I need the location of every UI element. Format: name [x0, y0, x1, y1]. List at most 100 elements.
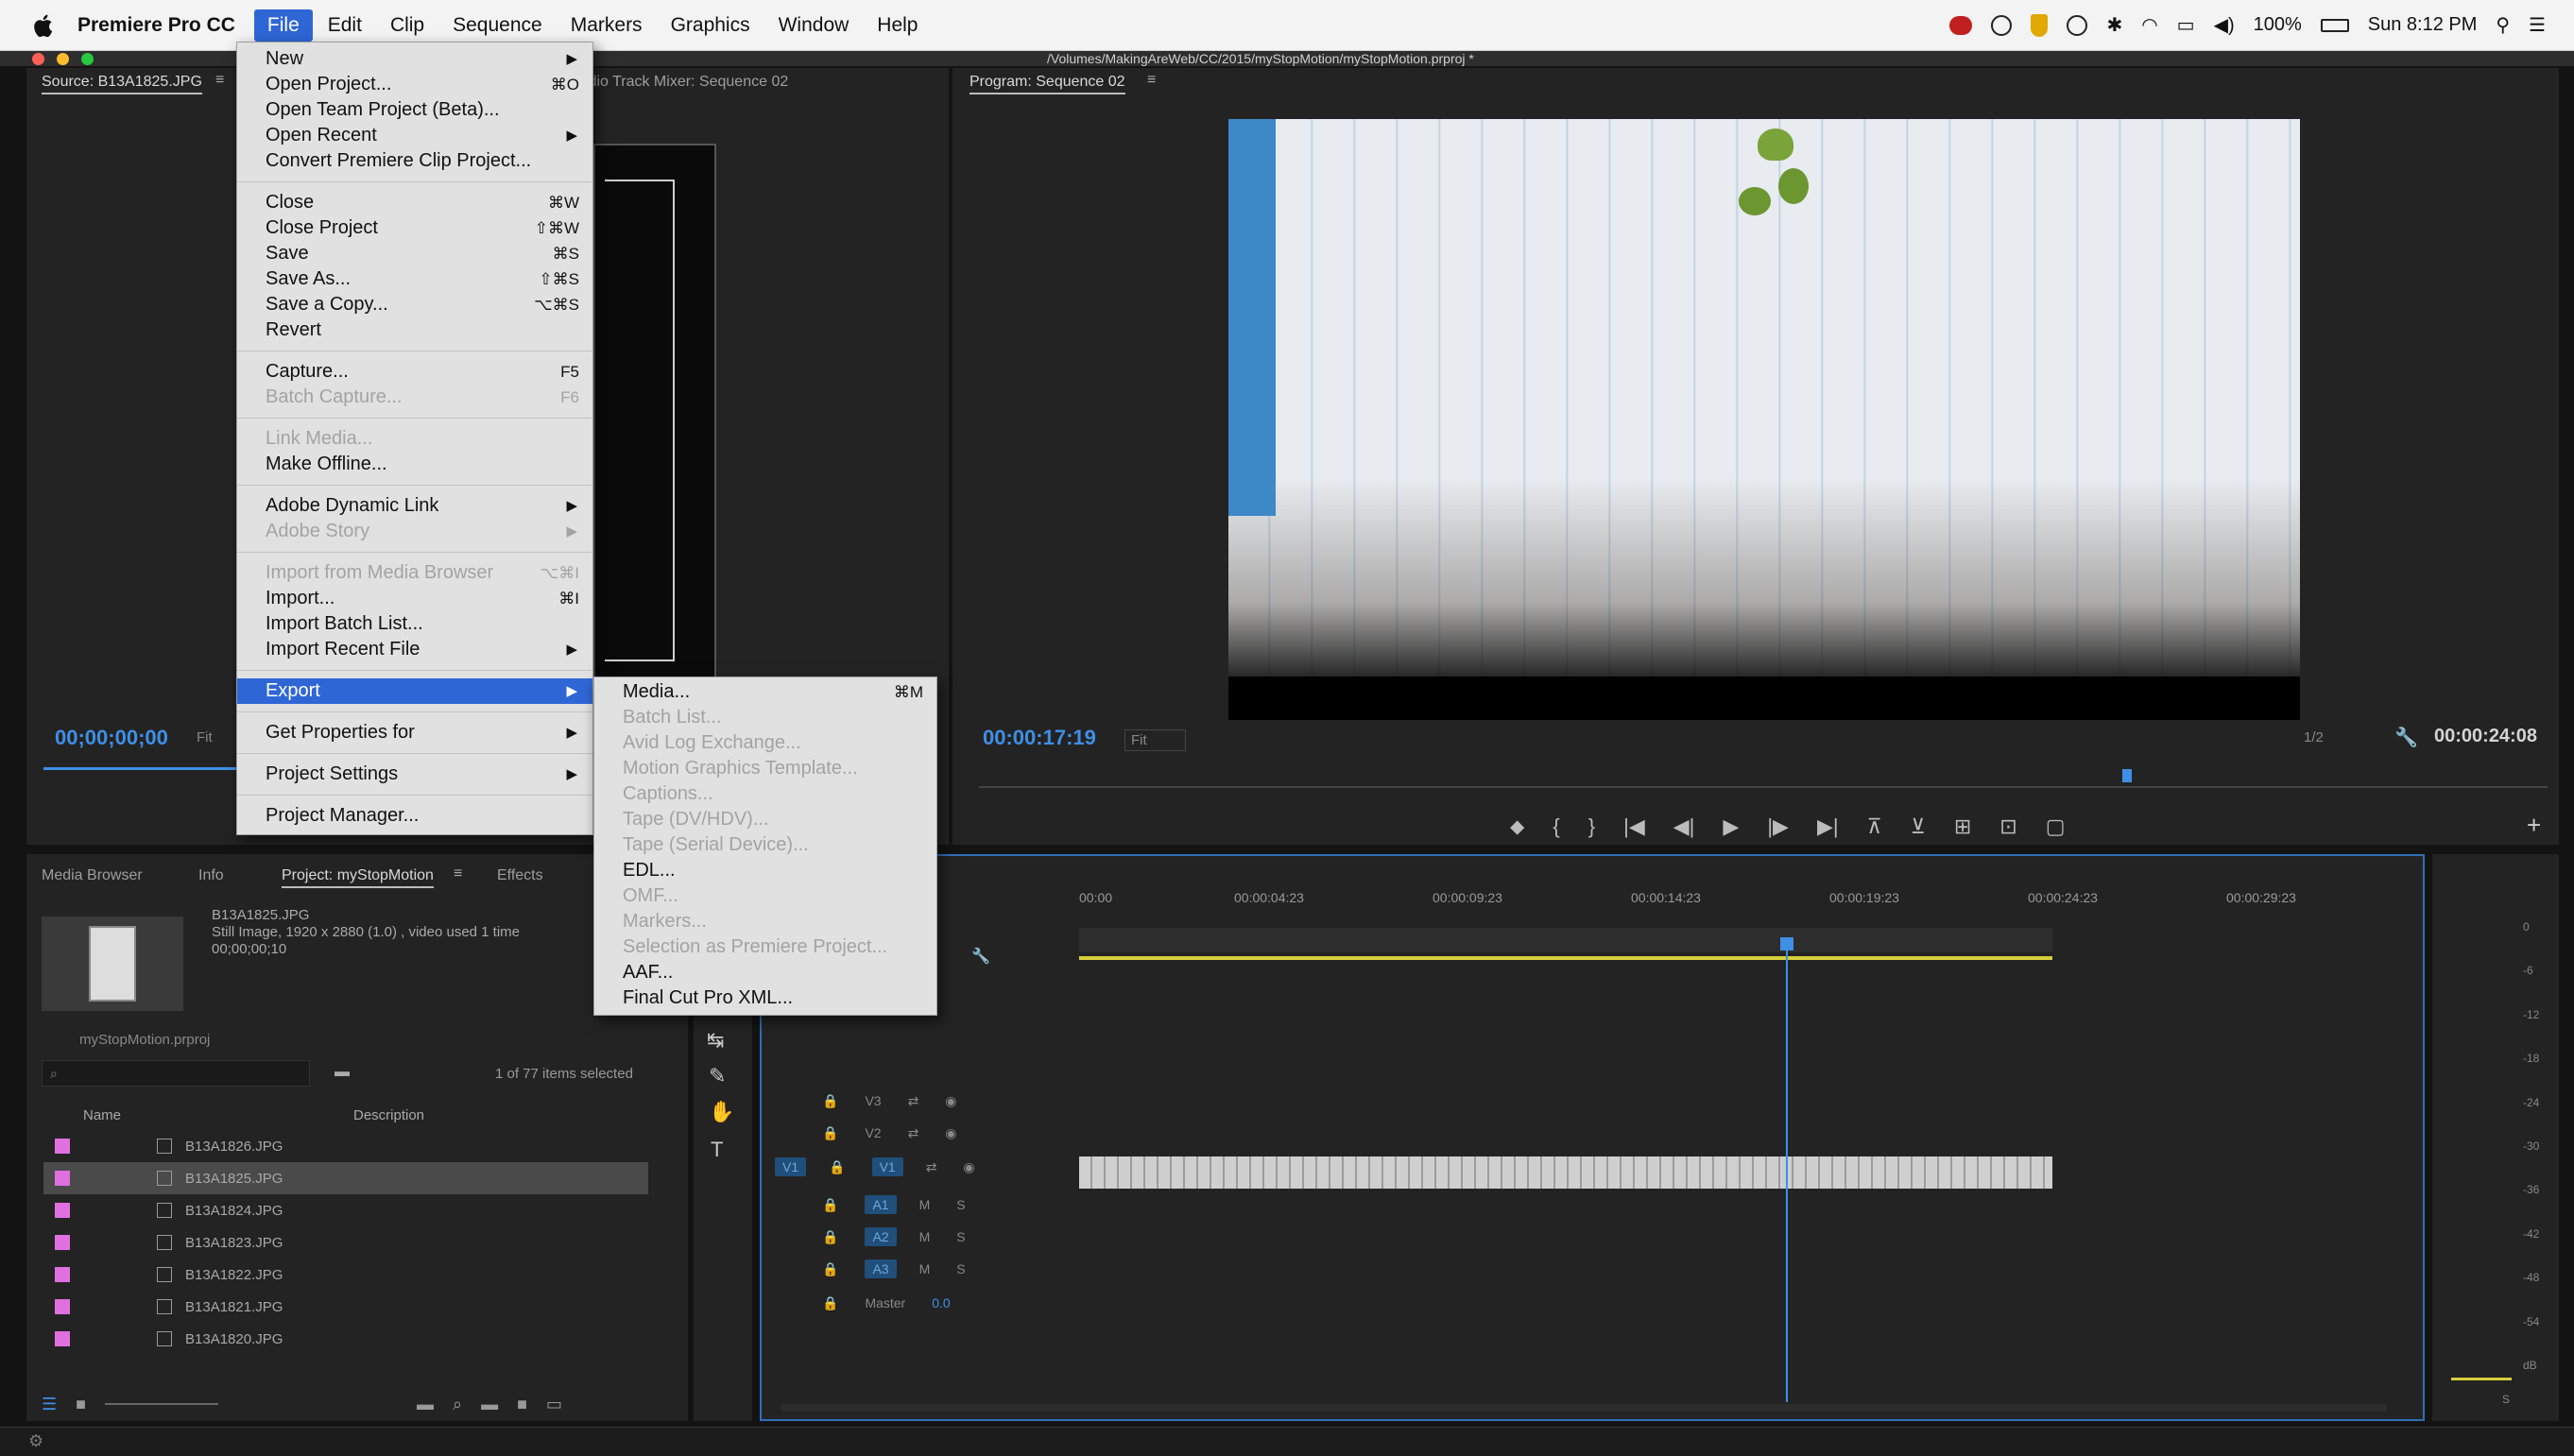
- menu-item-save-as[interactable]: Save As... ⇧⌘S: [237, 266, 592, 292]
- program-add-button-icon[interactable]: +: [2527, 811, 2541, 840]
- menu-item-open-project[interactable]: Open Project... ⌘O: [237, 72, 592, 97]
- menu-item-new[interactable]: New ▶: [237, 46, 592, 72]
- mark-in-icon[interactable]: {: [1553, 814, 1559, 839]
- list-view-icon[interactable]: ☰: [42, 1395, 57, 1414]
- timeline-playhead-handle[interactable]: [1780, 937, 1793, 951]
- menu-item-import[interactable]: Import... ⌘I: [237, 586, 592, 611]
- track-master[interactable]: 🔒 Master 0.0: [822, 1287, 951, 1319]
- menu-item-save-a-copy[interactable]: Save a Copy... ⌥⌘S: [237, 292, 592, 317]
- tab-project[interactable]: Project: myStopMotion: [282, 867, 434, 888]
- time-machine-icon[interactable]: [2067, 14, 2088, 36]
- program-zoom-dropdown[interactable]: 1/2: [2304, 729, 2324, 745]
- sync-lock-icon[interactable]: ⇄: [908, 1125, 919, 1141]
- source-timecode[interactable]: 00;00;00;00: [55, 726, 168, 750]
- add-marker-icon[interactable]: ⬥: [1510, 814, 1524, 839]
- lock-icon[interactable]: 🔒: [822, 1125, 838, 1141]
- menu-item-adobe-dynamic-link[interactable]: Adobe Dynamic Link ▶: [237, 493, 592, 519]
- source-panel-menu-icon[interactable]: ≡: [215, 72, 224, 89]
- step-forward-icon[interactable]: |▶: [1767, 814, 1789, 839]
- sort-icons-icon[interactable]: ▬: [417, 1395, 434, 1414]
- extract-icon[interactable]: ⊻: [1911, 814, 1926, 839]
- go-to-in-icon[interactable]: |◀: [1623, 814, 1645, 839]
- app-name[interactable]: Premiere Pro CC: [77, 14, 235, 37]
- new-search-bin-icon[interactable]: ▬: [335, 1064, 350, 1081]
- menu-item-project-settings[interactable]: Project Settings ▶: [237, 762, 592, 787]
- tab-media-browser[interactable]: Media Browser: [42, 867, 143, 884]
- v1-clip-strip[interactable]: [1079, 1156, 2052, 1189]
- solo-button[interactable]: S: [2502, 1393, 2510, 1406]
- menu-item-save[interactable]: Save ⌘S: [237, 241, 592, 266]
- eye-icon[interactable]: ◉: [963, 1159, 974, 1175]
- tab-audio-track-mixer[interactable]: Audio Track Mixer: Sequence 02: [570, 74, 788, 91]
- extension-icon[interactable]: [1991, 14, 2013, 36]
- find-icon[interactable]: ⌕: [453, 1395, 462, 1414]
- spotlight-search-icon[interactable]: ⚲: [2496, 13, 2510, 37]
- menu-item-capture[interactable]: Capture... F5: [237, 359, 592, 385]
- list-item[interactable]: B13A1820.JPG: [43, 1323, 648, 1355]
- sync-lock-icon[interactable]: ⇄: [908, 1093, 919, 1109]
- menu-item-project-manager[interactable]: Project Manager...: [237, 803, 592, 829]
- menu-clip[interactable]: Clip: [377, 9, 438, 42]
- solo-icon[interactable]: S: [956, 1197, 965, 1212]
- solo-icon[interactable]: S: [956, 1261, 965, 1276]
- export-item-aaf[interactable]: AAF...: [594, 960, 936, 985]
- menu-graphics[interactable]: Graphics: [658, 9, 764, 42]
- program-settings-wrench-icon[interactable]: 🔧: [2394, 726, 2418, 749]
- export-item-media[interactable]: Media... ⌘M: [594, 679, 936, 705]
- list-item[interactable]: B13A1821.JPG: [43, 1291, 648, 1323]
- menu-item-convert-clip-project[interactable]: Convert Premiere Clip Project...: [237, 148, 592, 174]
- minimize-window-button[interactable]: [57, 53, 69, 65]
- bluetooth-icon[interactable]: ✱: [2106, 13, 2122, 37]
- track-a3[interactable]: 🔒 A3 M S: [822, 1253, 966, 1285]
- timeline-settings-wrench-icon[interactable]: 🔧: [971, 947, 990, 966]
- tab-program[interactable]: Program: Sequence 02: [970, 74, 1125, 94]
- eye-icon[interactable]: ◉: [945, 1125, 956, 1141]
- new-bin-icon[interactable]: ▬: [481, 1395, 498, 1414]
- track-a1[interactable]: 🔒 A1 M S: [822, 1189, 966, 1221]
- menu-help[interactable]: Help: [864, 9, 931, 42]
- hand-tool-icon[interactable]: ✋: [709, 1100, 734, 1124]
- menu-item-import-batch-list[interactable]: Import Batch List...: [237, 611, 592, 637]
- list-item[interactable]: B13A1826.JPG: [43, 1130, 648, 1162]
- track-v3[interactable]: 🔒 V3 ⇄ ◉: [822, 1085, 957, 1117]
- clear-icon[interactable]: ▭: [546, 1395, 562, 1414]
- lock-icon[interactable]: 🔒: [822, 1197, 838, 1213]
- source-scrubber[interactable]: [43, 767, 251, 770]
- menu-item-close[interactable]: Close ⌘W: [237, 190, 592, 215]
- lock-icon[interactable]: 🔒: [822, 1261, 838, 1277]
- menu-item-import-recent-file[interactable]: Import Recent File ▶: [237, 637, 592, 662]
- export-item-final-cut-pro-xml[interactable]: Final Cut Pro XML...: [594, 985, 936, 1011]
- mute-icon[interactable]: M: [919, 1261, 931, 1276]
- ripple-edit-tool-icon[interactable]: ↹: [707, 1028, 724, 1053]
- track-v1[interactable]: V1 🔒 V1 ⇄ ◉: [775, 1151, 975, 1183]
- close-window-button[interactable]: [32, 53, 44, 65]
- play-icon[interactable]: ▶: [1723, 814, 1739, 839]
- list-item-selected[interactable]: B13A1825.JPG: [43, 1162, 648, 1194]
- list-item[interactable]: B13A1823.JPG: [43, 1226, 648, 1259]
- eye-icon[interactable]: ◉: [945, 1093, 956, 1109]
- lock-icon[interactable]: 🔒: [822, 1295, 838, 1311]
- new-item-icon[interactable]: ■: [517, 1395, 527, 1414]
- zoom-slider[interactable]: [105, 1403, 219, 1405]
- export-item-edl[interactable]: EDL...: [594, 858, 936, 883]
- notification-center-icon[interactable]: ☰: [2529, 13, 2546, 37]
- menu-window[interactable]: Window: [765, 9, 863, 42]
- apple-icon[interactable]: [23, 7, 64, 44]
- solo-icon[interactable]: S: [956, 1229, 965, 1244]
- wifi-icon[interactable]: ◠: [2141, 13, 2157, 37]
- clock[interactable]: Sun 8:12 PM: [2368, 14, 2478, 36]
- timeline-horizontal-scrollbar[interactable]: [781, 1404, 2387, 1412]
- program-fit-dropdown[interactable]: Fit: [1124, 729, 1186, 751]
- timeline-playhead[interactable]: [1786, 939, 1788, 1402]
- step-back-icon[interactable]: ◀|: [1673, 814, 1695, 839]
- menu-edit[interactable]: Edit: [315, 9, 375, 42]
- column-name[interactable]: Name: [83, 1107, 121, 1123]
- airplay-icon[interactable]: ▭: [2177, 13, 2195, 37]
- menu-markers[interactable]: Markers: [558, 9, 656, 42]
- go-to-out-icon[interactable]: ▶|: [1817, 814, 1839, 839]
- icon-view-icon[interactable]: ■: [76, 1395, 86, 1414]
- program-playhead-marker[interactable]: [2122, 769, 2132, 782]
- menu-item-close-project[interactable]: Close Project ⇧⌘W: [237, 215, 592, 241]
- lock-icon[interactable]: 🔒: [822, 1093, 838, 1109]
- mark-out-icon[interactable]: }: [1588, 814, 1595, 839]
